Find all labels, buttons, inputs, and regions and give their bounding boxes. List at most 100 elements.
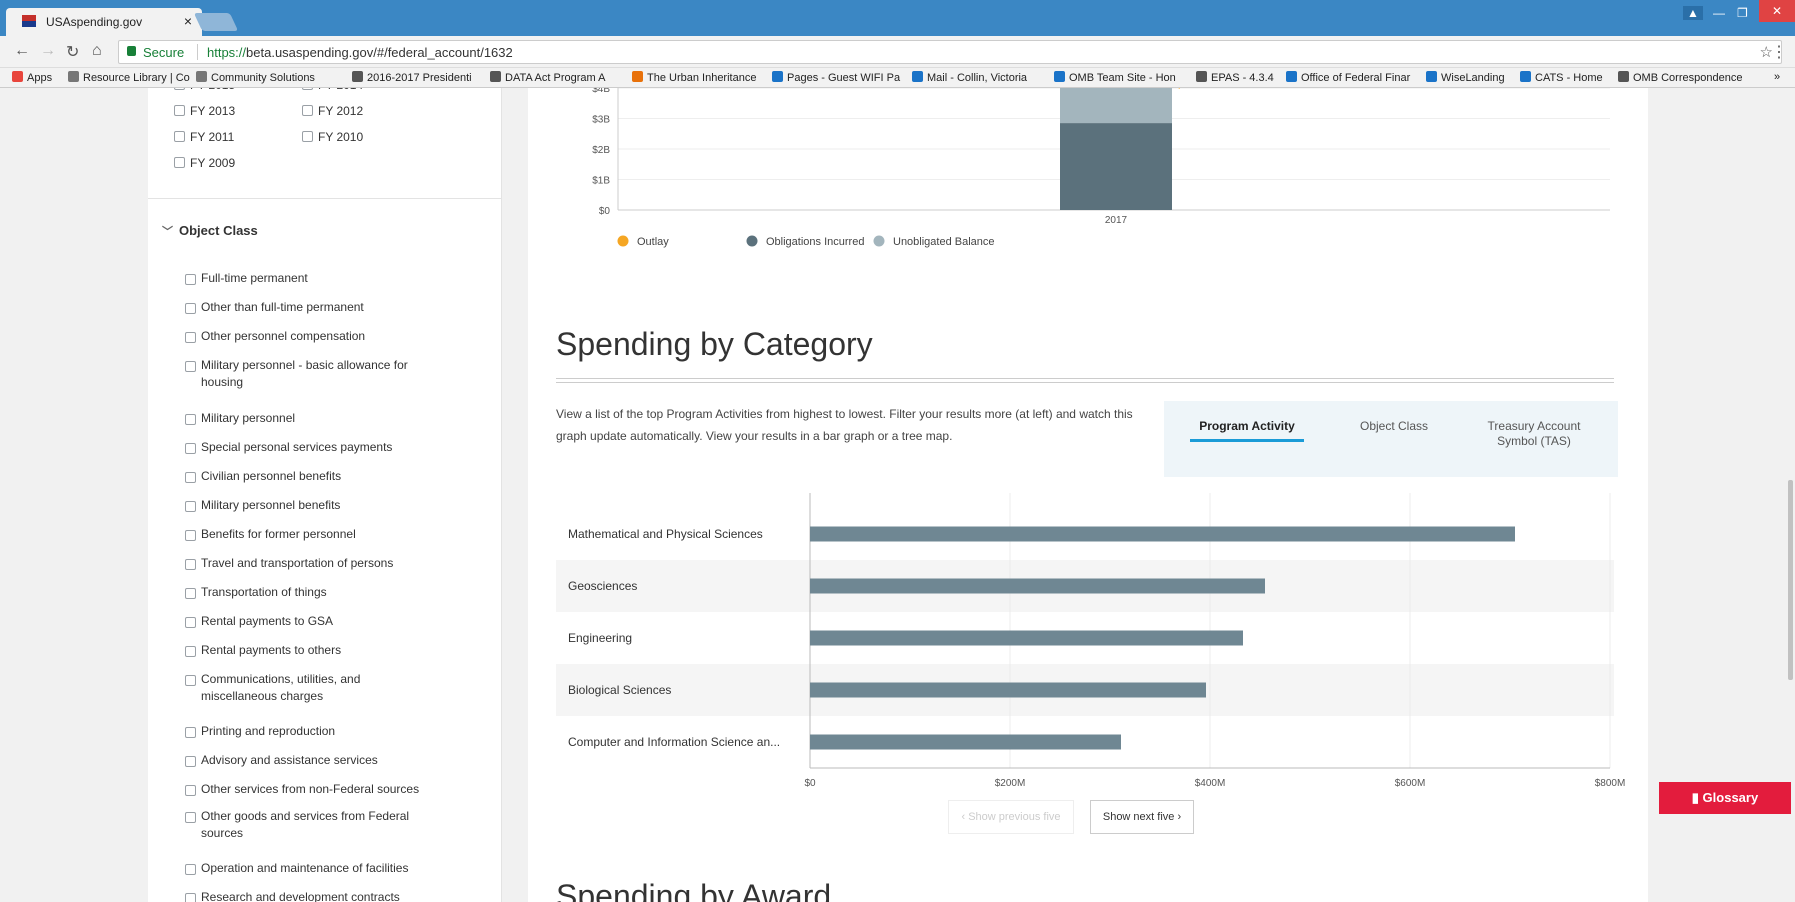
category-bar[interactable] <box>810 734 1121 750</box>
bookmark-item[interactable]: Office of Federal Finar <box>1286 71 1410 84</box>
object-class-label: Military personnel <box>201 411 296 425</box>
restore-icon[interactable]: ❐ <box>1737 6 1748 20</box>
bookmark-item[interactable]: 2016-2017 Presidenti <box>352 71 472 84</box>
bookmark-favicon-icon <box>772 71 783 82</box>
legend-label: Outlay <box>637 236 669 248</box>
minimize-icon[interactable]: — <box>1713 6 1725 20</box>
object-class-checkbox[interactable] <box>185 812 196 823</box>
chevron-down-icon: ﹀ <box>162 226 173 238</box>
object-class-toggle[interactable]: ﹀ Object Class <box>162 223 258 239</box>
page-scrollbar[interactable] <box>1788 480 1793 680</box>
y-tick-label: $3B <box>592 115 610 126</box>
fiscal-year-label: FY 2012 <box>318 104 364 118</box>
category-bar-chart: $0 $200M $400M $600M $800M Mathematical and P… <box>556 493 1626 788</box>
bookmark-item[interactable]: OMB Correspondence <box>1618 71 1742 84</box>
object-class-checkbox[interactable] <box>185 303 196 314</box>
object-class-checkbox[interactable] <box>185 559 196 570</box>
bookmark-label: Resource Library | Co <box>83 72 190 84</box>
back-icon[interactable]: ← <box>14 42 30 60</box>
bookmark-favicon-icon <box>1054 71 1065 82</box>
home-icon[interactable]: ⌂ <box>92 42 102 60</box>
bookmark-item[interactable]: EPAS - 4.3.4 <box>1196 71 1274 84</box>
reload-icon[interactable]: ↻ <box>66 42 79 62</box>
object-class-checkbox[interactable] <box>185 675 196 686</box>
fiscal-year-checkbox[interactable] <box>174 131 185 142</box>
bookmark-item[interactable]: OMB Team Site - Hon <box>1054 71 1176 84</box>
new-tab-button[interactable] <box>193 13 239 31</box>
bookmark-favicon-icon <box>912 71 923 82</box>
bookmark-item[interactable]: Resource Library | Co <box>68 71 190 84</box>
object-class-checkbox[interactable] <box>185 756 196 767</box>
bookmark-item[interactable]: Community Solutions <box>196 71 315 84</box>
close-tab-icon[interactable]: × <box>184 13 192 29</box>
object-class-checkbox[interactable] <box>185 864 196 875</box>
object-class-checkbox[interactable] <box>185 530 196 541</box>
fiscal-year-checkbox[interactable] <box>174 105 185 116</box>
url-input[interactable]: Secure https://beta.usaspending.gov/#/fe… <box>118 40 1782 64</box>
object-class-checkbox[interactable] <box>185 332 196 343</box>
fiscal-year-checkbox[interactable] <box>302 105 313 116</box>
object-class-checkbox[interactable] <box>185 588 196 599</box>
show-next-five-button[interactable]: Show next five › <box>1090 800 1194 834</box>
browser-tab[interactable]: USAspending.gov × <box>6 8 202 36</box>
object-class-checkbox[interactable] <box>185 893 196 902</box>
bookmark-label: 2016-2017 Presidenti <box>367 72 472 84</box>
bookmark-item[interactable]: Pages - Guest WIFI Pa <box>772 71 900 84</box>
tab-program-activity[interactable]: Program Activity <box>1190 419 1304 433</box>
bookmark-item[interactable]: The Urban Inheritance <box>632 71 756 84</box>
object-class-checkbox[interactable] <box>185 361 196 372</box>
legend-swatch <box>873 235 885 247</box>
x-tick-label: $600M <box>1395 778 1426 788</box>
fiscal-year-checkbox[interactable] <box>302 88 313 90</box>
show-previous-five-button[interactable]: ‹ Show previous five <box>948 800 1074 834</box>
more-bookmarks-icon[interactable]: » <box>1774 71 1780 83</box>
fiscal-year-checkbox[interactable] <box>174 157 185 168</box>
tab-treasury-account-symbol[interactable]: Treasury Account Symbol (TAS) <box>1474 419 1594 449</box>
url-scheme: https:// <box>207 45 247 60</box>
url-separator <box>197 44 198 60</box>
bookmark-item[interactable]: Mail - Collin, Victoria <box>912 71 1027 84</box>
tab-object-class[interactable]: Object Class <box>1344 419 1444 433</box>
object-class-checkbox[interactable] <box>185 472 196 483</box>
url-text: https://beta.usaspending.gov/#/federal_a… <box>207 45 513 60</box>
object-class-checkbox[interactable] <box>185 646 196 657</box>
bookmark-label: Community Solutions <box>211 72 315 84</box>
forward-icon[interactable]: → <box>40 42 56 60</box>
category-bar[interactable] <box>810 682 1206 698</box>
bookmark-label: Apps <box>27 72 53 84</box>
bookmark-item[interactable]: CATS - Home <box>1520 71 1603 84</box>
bookmark-item[interactable]: Apps <box>12 71 52 84</box>
object-class-checkbox[interactable] <box>185 274 196 285</box>
category-bar[interactable] <box>810 578 1265 594</box>
bookmark-favicon-icon <box>1196 71 1207 82</box>
fiscal-year-checkbox[interactable] <box>302 131 313 142</box>
category-bar[interactable] <box>810 526 1515 542</box>
x-tick-label: $800M <box>1595 778 1626 788</box>
object-class-checkbox[interactable] <box>185 727 196 738</box>
fiscal-year-checkbox[interactable] <box>174 88 185 90</box>
bookmark-favicon-icon <box>1426 71 1437 82</box>
object-class-checkbox[interactable] <box>185 785 196 796</box>
bookmark-item[interactable]: WiseLanding <box>1426 71 1505 84</box>
bar-category-label: Biological Sciences <box>568 683 671 697</box>
object-class-label: Military personnel benefits <box>201 498 341 512</box>
object-class-label: Military personnel - basic allowance for… <box>201 358 408 389</box>
browser-menu-icon[interactable]: ⋮ <box>1771 42 1787 62</box>
profile-icon[interactable]: ▲ <box>1683 6 1703 20</box>
object-class-checkbox[interactable] <box>185 443 196 454</box>
fiscal-year-label: FY 2010 <box>318 130 364 144</box>
object-class-checkbox[interactable] <box>185 617 196 628</box>
glossary-label: Glossary <box>1702 790 1759 805</box>
bookmark-label: Mail - Collin, Victoria <box>927 72 1028 84</box>
category-bar[interactable] <box>810 630 1243 646</box>
bookmark-item[interactable]: DATA Act Program A <box>490 71 605 84</box>
glossary-button[interactable]: ▮ Glossary <box>1659 782 1791 814</box>
close-window-icon[interactable]: ✕ <box>1759 0 1795 22</box>
stacked-bar-segment[interactable] <box>1060 88 1172 124</box>
object-class-checkbox[interactable] <box>185 414 196 425</box>
object-class-label: Other personnel compensation <box>201 329 366 343</box>
object-class-label: Benefits for former personnel <box>201 527 356 541</box>
bookmark-label: WiseLanding <box>1441 72 1505 84</box>
stacked-bar-segment[interactable] <box>1060 123 1172 210</box>
object-class-checkbox[interactable] <box>185 501 196 512</box>
